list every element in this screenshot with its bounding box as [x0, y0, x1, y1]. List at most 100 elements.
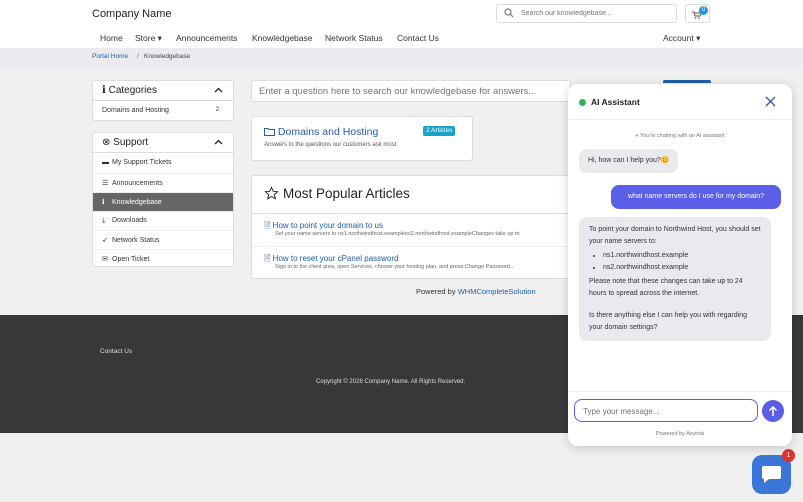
ai-notice: ● You're chatting with an AI assistant [568, 133, 792, 139]
category-card[interactable]: Domains and Hosting 2 Articles Answers t… [251, 116, 473, 161]
categories-panel: i Categories Domains and Hosting 2 [92, 80, 234, 121]
category-card-title[interactable]: Domains and Hosting [264, 126, 378, 138]
close-icon[interactable] [765, 96, 776, 107]
categories-title-text: Categories [108, 85, 157, 96]
chat-widget: AI Assistant ● You're chatting with an A… [568, 84, 792, 446]
support-lifering-icon: ⊗ [102, 137, 111, 148]
sidebar-item-label: Open Ticket [112, 256, 150, 263]
reply-nameserver: ns1.northwindhost.example [603, 250, 761, 262]
category-card-description: Answers to the questions our customers a… [264, 142, 397, 148]
info-icon: i [102, 85, 106, 96]
info-circle-icon: ℹ [102, 199, 105, 206]
breadcrumb-home[interactable]: Portal Home [92, 53, 128, 60]
article-count-badge: 2 Articles [423, 126, 456, 136]
notice-dot-icon: ● [635, 133, 639, 139]
support-title: ⊗ Support [102, 137, 148, 148]
user-message: what name servers do I use for my domain… [611, 185, 781, 209]
footer-contact-link[interactable]: Contact Us [100, 348, 132, 355]
category-item-domains[interactable]: Domains and Hosting 2 [93, 102, 233, 121]
chat-bubble-icon [762, 466, 781, 483]
sidebar-item-label: Announcements [112, 180, 163, 187]
folder-icon [264, 128, 275, 136]
popular-articles-panel: Most Popular Articles 🗎 How to point you… [251, 175, 571, 279]
support-panel: ⊗ Support ▬ My Support Tickets ☰ Announcem… [92, 132, 234, 267]
category-count: 2 [215, 107, 219, 113]
chat-powered-by: Powered by Asyntai [655, 431, 705, 437]
category-card-title-text: Domains and Hosting [277, 126, 379, 138]
sidebar-item-support-tickets[interactable]: ▬ My Support Tickets [93, 154, 233, 173]
article-item[interactable]: 🗎 How to reset your cPanel password Sign… [252, 247, 570, 278]
comments-icon: ✉ [102, 256, 108, 263]
chevron-up-icon[interactable] [214, 87, 223, 93]
bot-reply-message: To point your domain to Northwind Host, … [579, 217, 771, 341]
search-icon [504, 8, 514, 18]
footer-copyright: Copyright © 2026 Company Name. All Right… [316, 379, 466, 385]
online-status-dot [579, 99, 586, 106]
whmcs-link[interactable]: WHMCompleteSolution [458, 287, 536, 296]
ticket-icon: ▬ [102, 159, 109, 166]
breadcrumb-current: Knowledgebase [144, 53, 191, 60]
nav-network-status[interactable]: Network Status [325, 33, 383, 43]
search-input[interactable] [521, 7, 671, 20]
kb-search-input[interactable] [259, 85, 559, 98]
popular-articles-header: Most Popular Articles [252, 176, 570, 214]
popular-articles-title: Most Popular Articles [283, 186, 410, 201]
article-excerpt: Sign in to the client area, open Service… [275, 264, 515, 270]
arrow-up-icon [768, 405, 778, 416]
chat-message-input[interactable] [583, 404, 748, 418]
chevron-up-icon[interactable] [214, 139, 223, 145]
sidebar-item-downloads[interactable]: ⤓ Downloads [93, 211, 233, 230]
nav-contact-us[interactable]: Contact Us [397, 33, 439, 43]
nav-announcements[interactable]: Announcements [176, 33, 237, 43]
chat-header: AI Assistant [568, 84, 792, 120]
powered-prefix: Powered by [416, 287, 456, 296]
breadcrumb-separator: / [137, 53, 139, 60]
document-icon: 🗎 [264, 254, 271, 263]
document-icon: 🗎 [264, 221, 271, 230]
article-title-text: How to reset your cPanel password [272, 254, 399, 263]
article-item[interactable]: 🗎 How to point your domain to us Set you… [252, 214, 570, 247]
ai-notice-text: You're chatting with an AI assistant [640, 133, 725, 139]
send-button[interactable] [762, 400, 784, 422]
sidebar-item-label: My Support Tickets [112, 159, 172, 166]
reply-intro: To point your domain to Northwind Host, … [589, 226, 761, 245]
brand-name[interactable]: Company Name [92, 8, 171, 20]
sidebar-item-announcements[interactable]: ☰ Announcements [93, 173, 233, 192]
sidebar-item-label: Downloads [112, 217, 147, 224]
support-title-text: Support [113, 137, 149, 148]
account-menu[interactable]: Account ▾ [663, 33, 700, 44]
unread-badge: 1 [782, 449, 795, 462]
sidebar-item-network-status[interactable]: ➶ Network Status [93, 230, 233, 249]
sidebar-item-label: Network Status [112, 237, 160, 244]
download-icon: ⤓ [102, 217, 106, 224]
chat-launcher-button[interactable]: 1 [752, 449, 795, 494]
cart-count-badge: 0 [699, 6, 708, 15]
reply-note: Please note that these changes can take … [589, 278, 743, 297]
support-header[interactable]: ⊗ Support [93, 133, 233, 153]
kb-search-box[interactable] [251, 80, 571, 102]
categories-title: i Categories [102, 85, 157, 96]
reply-nameserver: ns2.northwindhost.example [603, 262, 761, 274]
article-title-text: How to point your domain to us [272, 221, 383, 230]
chat-divider [568, 391, 792, 392]
site-header: Company Name 0 Home Store ▾ Announcement… [0, 0, 803, 48]
reply-question: Is there anything else I can help you wi… [589, 312, 747, 331]
nav-knowledgebase[interactable]: Knowledgebase [252, 33, 313, 43]
sidebar-item-open-ticket[interactable]: ✉ Open Ticket [93, 249, 233, 268]
rocket-icon: ➶ [102, 237, 108, 244]
sidebar-item-label: Knowledgebase [112, 199, 162, 206]
sidebar-item-knowledgebase[interactable]: ℹ Knowledgebase [93, 192, 233, 211]
kb-search-button[interactable] [663, 80, 711, 83]
categories-header[interactable]: i Categories [93, 81, 233, 101]
bot-greeting-message: Hi, how can I help you?😊 [579, 149, 679, 173]
chat-input-box[interactable] [574, 399, 758, 422]
chat-title: AI Assistant [591, 97, 640, 107]
powered-by-whmcs: Powered by WHMCompleteSolution [416, 287, 536, 296]
star-icon [264, 186, 279, 200]
breadcrumb: Portal Home / Knowledgebase [0, 48, 803, 67]
article-excerpt: Set your name servers to ns1.northwindho… [275, 231, 520, 237]
kb-header-search[interactable] [496, 4, 677, 23]
cart-button[interactable]: 0 [685, 4, 710, 23]
nav-store[interactable]: Store ▾ [135, 33, 162, 44]
nav-home[interactable]: Home [100, 33, 123, 43]
